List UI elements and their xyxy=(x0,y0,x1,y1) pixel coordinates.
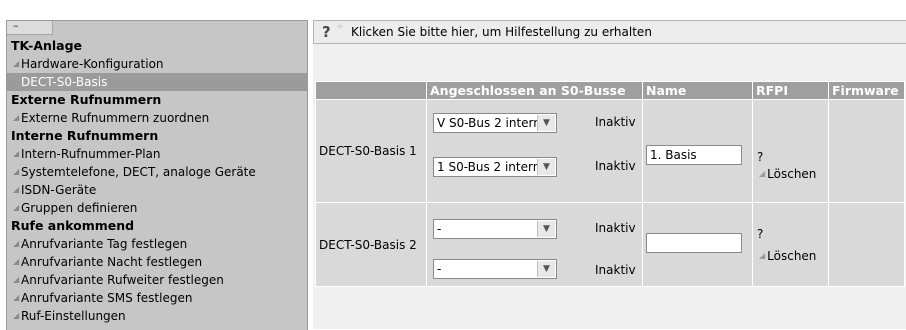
nav-item-systemtelefone[interactable]: ◢ Systemtelefone, DECT, analoge Geräte xyxy=(7,163,307,181)
bus2-select-value: 1 S0-Bus 2 intern xyxy=(437,160,541,174)
bus1-status: Inaktiv xyxy=(595,115,636,129)
dect-base-table: Angeschlossen an S0-Busse Name RFPI Firm… xyxy=(315,81,905,287)
arrow-icon: ◢ xyxy=(13,149,20,158)
help-link[interactable]: Klicken Sie bitte hier, um Hilfestellung… xyxy=(351,25,652,39)
bus2-select[interactable]: - ▼ xyxy=(433,259,557,279)
col-header-connected: Angeschlossen an S0-Busse xyxy=(426,81,643,100)
nav-item-dect-s0-basis[interactable]: DECT-S0-Basis xyxy=(7,73,307,91)
rfpi-value: ? xyxy=(757,150,764,164)
bus1-select-value: - xyxy=(437,222,442,236)
nav-item-label: Externe Rufnummern zuordnen xyxy=(21,111,210,125)
bus2-select-value: - xyxy=(437,262,442,276)
table-row: DECT-S0-Basis 2 - ▼ Inaktiv - ▼ Inaktiv xyxy=(315,202,905,287)
nav-item-anrufvariante-sms[interactable]: ◢ Anrufvariante SMS festlegen xyxy=(7,289,307,307)
bus2-status: Inaktiv xyxy=(595,263,636,277)
rfpi-cell: ? ◢ Löschen xyxy=(752,99,829,203)
nav-section-interne-rufnummern: Interne Rufnummern xyxy=(11,128,159,143)
base-name-input[interactable] xyxy=(646,145,742,165)
nav-item-label: Anrufvariante SMS festlegen xyxy=(21,291,193,305)
rfpi-value: ? xyxy=(757,227,764,241)
delete-link[interactable]: ◢ Löschen xyxy=(759,249,816,263)
bus1-select[interactable]: V S0-Bus 2 intern ▼ xyxy=(433,113,557,133)
nav-item-anrufvariante-tag[interactable]: ◢ Anrufvariante Tag festlegen xyxy=(7,235,307,253)
arrow-icon: ◢ xyxy=(13,59,20,68)
help-icon[interactable]: ? xyxy=(322,23,331,41)
col-header-base xyxy=(315,81,427,100)
sidebar-nav: – TK-Anlage ◢ Hardware-Konfiguration DECT-S… xyxy=(6,20,308,330)
sidebar-collapse-button[interactable]: – xyxy=(7,21,53,35)
chevron-down-icon[interactable]: ▼ xyxy=(537,261,555,277)
nav-item-label: Anrufvariante Tag festlegen xyxy=(21,237,188,251)
arrow-icon: ◢ xyxy=(13,257,20,266)
nav-list: TK-Anlage ◢ Hardware-Konfiguration DECT-S0-… xyxy=(7,37,307,325)
delete-link[interactable]: ◢ Löschen xyxy=(759,167,816,181)
delete-label: Löschen xyxy=(767,249,817,263)
arrow-icon: ◢ xyxy=(13,311,20,320)
delete-label: Löschen xyxy=(767,167,817,181)
nav-item-label: DECT-S0-Basis xyxy=(21,75,108,89)
nav-item-hardware-konfiguration[interactable]: ◢ Hardware-Konfiguration xyxy=(7,55,307,73)
name-cell xyxy=(642,202,753,287)
arrow-icon: ◢ xyxy=(13,239,20,248)
nav-item-label: Ruf-Einstellungen xyxy=(21,309,126,323)
nav-item-label: Anrufvariante Nacht festlegen xyxy=(21,255,203,269)
nav-item-label: Gruppen definieren xyxy=(21,201,138,215)
nav-item-label: Intern-Rufnummer-Plan xyxy=(21,147,161,161)
nav-section-tk-anlage: TK-Anlage xyxy=(11,38,83,53)
col-header-firmware: Firmware xyxy=(828,81,905,100)
nav-item-gruppen-definieren[interactable]: ◢ Gruppen definieren xyxy=(7,199,307,217)
arrow-icon: ◢ xyxy=(13,167,20,176)
bus1-select[interactable]: - ▼ xyxy=(433,219,557,239)
nav-item-label: Systemtelefone, DECT, analoge Geräte xyxy=(21,165,256,179)
firmware-cell xyxy=(828,99,905,203)
nav-item-intern-rufnummer-plan[interactable]: ◢ Intern-Rufnummer-Plan xyxy=(7,145,307,163)
plus-icon: + xyxy=(336,22,344,32)
nav-item-anrufvariante-nacht[interactable]: ◢ Anrufvariante Nacht festlegen xyxy=(7,253,307,271)
chevron-down-icon[interactable]: ▼ xyxy=(537,115,555,131)
nav-item-label: Anrufvariante Rufweiter festlegen xyxy=(21,273,224,287)
base-name-cell: DECT-S0-Basis 2 xyxy=(315,202,427,287)
arrow-icon: ◢ xyxy=(13,293,20,302)
nav-item-isdn-geraete[interactable]: ◢ ISDN-Geräte xyxy=(7,181,307,199)
arrow-icon: ◢ xyxy=(759,169,766,178)
col-header-rfpi: RFPI xyxy=(752,81,829,100)
bus-cell: V S0-Bus 2 intern ▼ Inaktiv 1 S0-Bus 2 i… xyxy=(426,99,643,203)
nav-item-anrufvariante-rufweiter[interactable]: ◢ Anrufvariante Rufweiter festlegen xyxy=(7,271,307,289)
help-bar: ? + Klicken Sie bitte hier, um Hilfestel… xyxy=(313,20,906,44)
rfpi-cell: ? ◢ Löschen xyxy=(752,202,829,287)
arrow-icon: ◢ xyxy=(13,113,20,122)
nav-section-rufe-ankommend: Rufe ankommend xyxy=(11,218,135,233)
chevron-down-icon[interactable]: ▼ xyxy=(537,221,555,237)
arrow-icon: ◢ xyxy=(759,251,766,260)
base-name-input[interactable] xyxy=(646,233,742,253)
bus1-select-value: V S0-Bus 2 intern xyxy=(437,116,541,130)
chevron-down-icon[interactable]: ▼ xyxy=(537,159,555,175)
arrow-icon: ◢ xyxy=(13,275,20,284)
nav-item-ruf-einstellungen[interactable]: ◢ Ruf-Einstellungen xyxy=(7,307,307,325)
nav-item-label: ISDN-Geräte xyxy=(21,183,97,197)
table-header-row: Angeschlossen an S0-Busse Name RFPI Firm… xyxy=(315,81,905,100)
table-row: DECT-S0-Basis 1 V S0-Bus 2 intern ▼ Inak… xyxy=(315,99,905,203)
bus2-select[interactable]: 1 S0-Bus 2 intern ▼ xyxy=(433,157,557,177)
arrow-icon: ◢ xyxy=(13,203,20,212)
firmware-cell xyxy=(828,202,905,287)
col-header-name: Name xyxy=(642,81,753,100)
nav-item-externe-rufnummern-zuordnen[interactable]: ◢ Externe Rufnummern zuordnen xyxy=(7,109,307,127)
bus-cell: - ▼ Inaktiv - ▼ Inaktiv xyxy=(426,202,643,287)
nav-item-label: Hardware-Konfiguration xyxy=(21,57,164,71)
name-cell xyxy=(642,99,753,203)
arrow-icon: ◢ xyxy=(13,185,20,194)
nav-section-externe-rufnummern: Externe Rufnummern xyxy=(11,92,162,107)
base-name-cell: DECT-S0-Basis 1 xyxy=(315,99,427,203)
bus2-status: Inaktiv xyxy=(595,159,636,173)
bus1-status: Inaktiv xyxy=(595,221,636,235)
